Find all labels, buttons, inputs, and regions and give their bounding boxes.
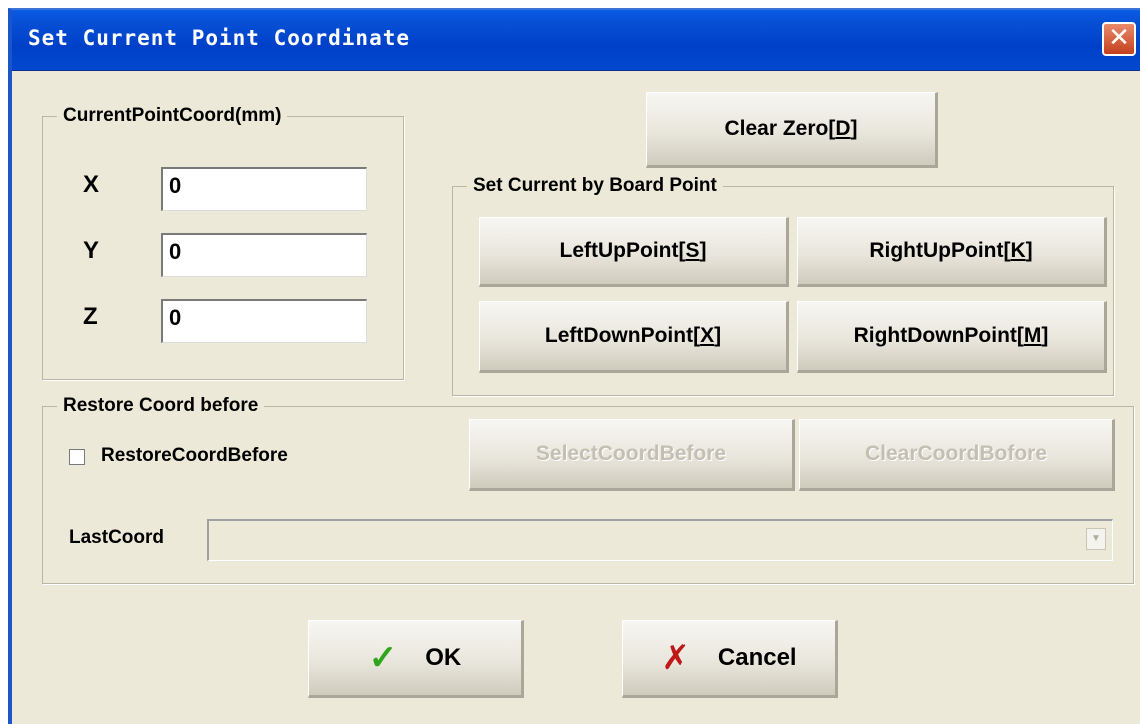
x-label: X	[83, 171, 100, 198]
right-up-point-label: RightUpPoint	[869, 239, 1004, 262]
select-coord-before-button[interactable]: SelectCoordBefore	[469, 419, 795, 491]
y-label: Y	[83, 237, 100, 264]
ok-button[interactable]: ✓ OK	[308, 620, 524, 698]
clear-coord-before-button[interactable]: ClearCoordBofore	[799, 419, 1115, 491]
right-down-point-button[interactable]: RightDownPoint[M]	[797, 301, 1107, 373]
restore-coord-checkbox[interactable]	[69, 449, 85, 465]
left-up-point-label: LeftUpPoint	[559, 239, 679, 262]
last-coord-label: LastCoord	[69, 527, 164, 548]
z-coord-field[interactable]: 0	[161, 299, 367, 343]
current-coord-group-label: CurrentPointCoord(mm)	[57, 105, 288, 127]
right-down-point-label: RightDownPoint	[853, 324, 1017, 347]
left-down-point-button[interactable]: LeftDownPoint[X]	[479, 301, 789, 373]
clear-coord-before-label: ClearCoordBofore	[864, 442, 1048, 465]
last-coord-dropdown[interactable]: ▼	[207, 519, 1113, 561]
x-icon: ✗	[661, 638, 690, 678]
left-down-point-label: LeftDownPoint	[544, 324, 694, 347]
current-coord-group: CurrentPointCoord(mm) X 0 Y 0 Z 0	[42, 105, 404, 380]
clear-zero-label: Clear Zero	[724, 117, 829, 140]
z-label: Z	[83, 303, 98, 330]
right-up-point-hotkey: K	[1010, 239, 1026, 262]
left-up-point-button[interactable]: LeftUpPoint[S]	[479, 217, 789, 287]
cancel-label: Cancel	[717, 644, 797, 671]
window-title: Set Current Point Coordinate	[28, 26, 411, 50]
restore-coord-group: Restore Coord before RestoreCoordBefore …	[42, 395, 1134, 584]
x-coord-field[interactable]: 0	[161, 167, 367, 211]
chevron-down-icon[interactable]: ▼	[1086, 528, 1106, 550]
title-bar[interactable]: Set Current Point Coordinate ✕	[12, 10, 1140, 71]
restore-coord-checkbox-label[interactable]: RestoreCoordBefore	[101, 445, 288, 467]
y-coord-field[interactable]: 0	[161, 233, 367, 277]
close-icon[interactable]: ✕	[1102, 22, 1136, 56]
dialog-window: Set Current Point Coordinate ✕ CurrentPo…	[8, 8, 1140, 724]
clear-zero-hotkey: D	[835, 117, 851, 140]
left-down-point-hotkey: X	[700, 324, 715, 347]
board-point-group-label: Set Current by Board Point	[467, 175, 723, 197]
clear-zero-button[interactable]: Clear Zero[D]	[646, 92, 938, 168]
right-down-point-hotkey: M	[1023, 324, 1042, 347]
restore-coord-group-label: Restore Coord before	[57, 395, 265, 417]
select-coord-before-label: SelectCoordBefore	[535, 442, 727, 465]
right-up-point-button[interactable]: RightUpPoint[K]	[797, 217, 1107, 287]
left-up-point-hotkey: S	[685, 239, 700, 262]
board-point-group: Set Current by Board Point LeftUpPoint[S…	[452, 175, 1114, 396]
cancel-button[interactable]: ✗ Cancel	[622, 620, 838, 698]
ok-label: OK	[425, 644, 462, 671]
checkmark-icon: ✓	[368, 639, 398, 677]
